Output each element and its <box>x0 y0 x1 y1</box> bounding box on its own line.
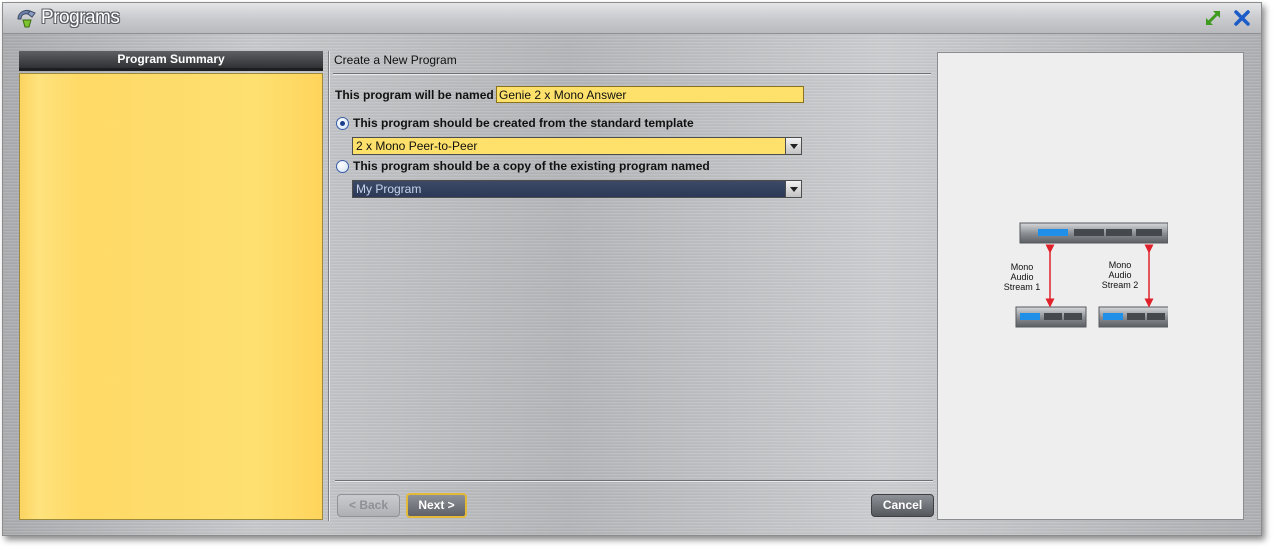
stream-1-line-1: Mono <box>1010 262 1034 272</box>
program-summary-body <box>19 73 323 520</box>
program-summary-header: Program Summary <box>19 51 323 71</box>
template-select[interactable]: 2 x Mono Peer-to-Peer <box>352 137 802 155</box>
main-codec-device <box>1019 222 1169 244</box>
stream-2-line-2: Audio <box>1108 270 1132 280</box>
name-label: This program will be named <box>335 88 494 102</box>
next-button[interactable]: Next > <box>406 493 467 518</box>
cancel-button[interactable]: Cancel <box>871 494 934 517</box>
stream-2-label: Mono Audio Stream 2 <box>1098 260 1142 290</box>
chevron-down-icon[interactable] <box>785 138 801 154</box>
programs-window: Programs Program Summary Create a New Pr… <box>2 2 1262 536</box>
remote-device-1 <box>1015 306 1087 328</box>
stream-1-label: Mono Audio Stream 1 <box>1000 262 1044 292</box>
remote-device-2 <box>1098 306 1170 328</box>
copy-select-value: My Program <box>356 182 422 196</box>
section-title: Create a New Program <box>334 53 457 67</box>
create-program-form: Create a New Program This program will b… <box>333 51 934 521</box>
stream-1-line-2: Audio <box>1010 272 1034 282</box>
window-title: Programs <box>41 7 120 28</box>
title-bar: Programs <box>3 3 1261 34</box>
close-x-icon[interactable] <box>1232 8 1252 28</box>
template-select-value: 2 x Mono Peer-to-Peer <box>356 139 478 153</box>
copy-select[interactable]: My Program <box>352 180 802 198</box>
template-option-label[interactable]: This program should be created from the … <box>353 116 694 130</box>
template-radio[interactable] <box>336 117 349 130</box>
back-button[interactable]: < Back <box>337 494 400 517</box>
copy-option-label[interactable]: This program should be a copy of the exi… <box>353 159 710 173</box>
chevron-down-icon[interactable] <box>785 181 801 197</box>
copy-radio[interactable] <box>336 160 349 173</box>
programs-icon <box>17 9 36 28</box>
stream-2-line-1: Mono <box>1108 260 1132 270</box>
template-preview-panel: Mono Audio Stream 1 Mono Audio Stream 2 <box>937 52 1244 520</box>
stream-2-line-3: Stream 2 <box>1101 280 1139 290</box>
stream-1-line-3: Stream 1 <box>1003 282 1041 292</box>
section-divider <box>333 73 931 75</box>
panel-divider <box>328 51 330 521</box>
program-name-input[interactable] <box>496 86 804 103</box>
peer-to-peer-diagram: Mono Audio Stream 1 Mono Audio Stream 2 <box>998 213 1170 343</box>
expand-arrow-icon[interactable] <box>1203 8 1223 28</box>
program-summary-panel: Program Summary <box>19 51 323 520</box>
footer-divider <box>335 480 933 482</box>
